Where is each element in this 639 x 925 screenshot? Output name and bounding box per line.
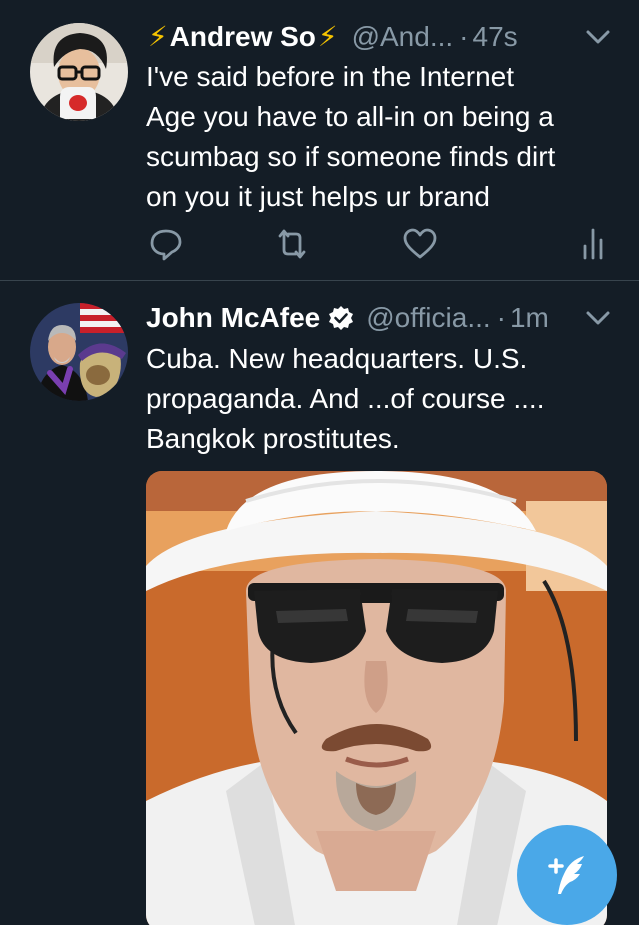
separator-dot: · [459,21,469,52]
display-name-text: John McAfee [146,302,321,333]
avatar-john-mcafee-image [30,303,128,401]
chevron-down-icon[interactable] [585,27,611,47]
tweet-text-line: on you it just helps ur brand [146,181,490,212]
retweet-icon[interactable] [274,226,310,262]
user-handle[interactable]: @officia... [366,300,490,336]
display-name-text: Andrew So [169,21,316,52]
timestamp[interactable]: 1m [510,300,549,336]
tweet-actions [146,226,613,262]
compose-tweet-button[interactable] [517,825,617,925]
tweet-header: John McAfee @officia... · 1m [146,300,611,336]
tweet-text-line: propaganda. And ...of course .... [146,383,545,414]
display-name[interactable]: John McAfee [146,300,354,336]
tweet-header: ⚡ Andrew So ⚡ @And... · 47s [146,19,611,55]
analytics-icon[interactable] [575,226,611,262]
tweet-andrew-so[interactable]: ⚡ Andrew So ⚡ @And... · 47s I've said be… [0,0,639,281]
separator-dot: · [496,302,506,333]
verified-badge-icon [329,306,354,330]
chevron-down-icon[interactable] [585,308,611,328]
tweet-text-line: I've said before in the Internet [146,61,515,92]
user-handle[interactable]: @And... [352,19,454,55]
tweet-text: I've said before in the Internet Age you… [146,57,613,217]
tweet-text-line: scumbag so if someone finds dirt [146,141,556,172]
avatar[interactable] [30,23,128,121]
timestamp[interactable]: 47s [473,19,518,55]
display-name[interactable]: ⚡ Andrew So ⚡ [146,19,340,55]
reply-icon[interactable] [148,226,184,262]
like-icon[interactable] [402,226,438,262]
avatar-andrew-so-image [30,23,128,121]
avatar[interactable] [30,303,128,401]
tweet-john-mcafee[interactable]: John McAfee @officia... · 1m Cuba. New h… [0,281,639,925]
tweet-text-line: Age you have to all-in on being a [146,101,554,132]
tweet-text: Cuba. New headquarters. U.S. propaganda.… [146,339,613,459]
tweet-text-line: Bangkok prostitutes. [146,423,400,454]
compose-tweet-icon [548,856,584,894]
lightning-bolt-icon: ⚡ [148,21,168,52]
tweet-text-line: Cuba. New headquarters. U.S. [146,343,528,374]
lightning-bolt-icon: ⚡ [317,21,338,52]
